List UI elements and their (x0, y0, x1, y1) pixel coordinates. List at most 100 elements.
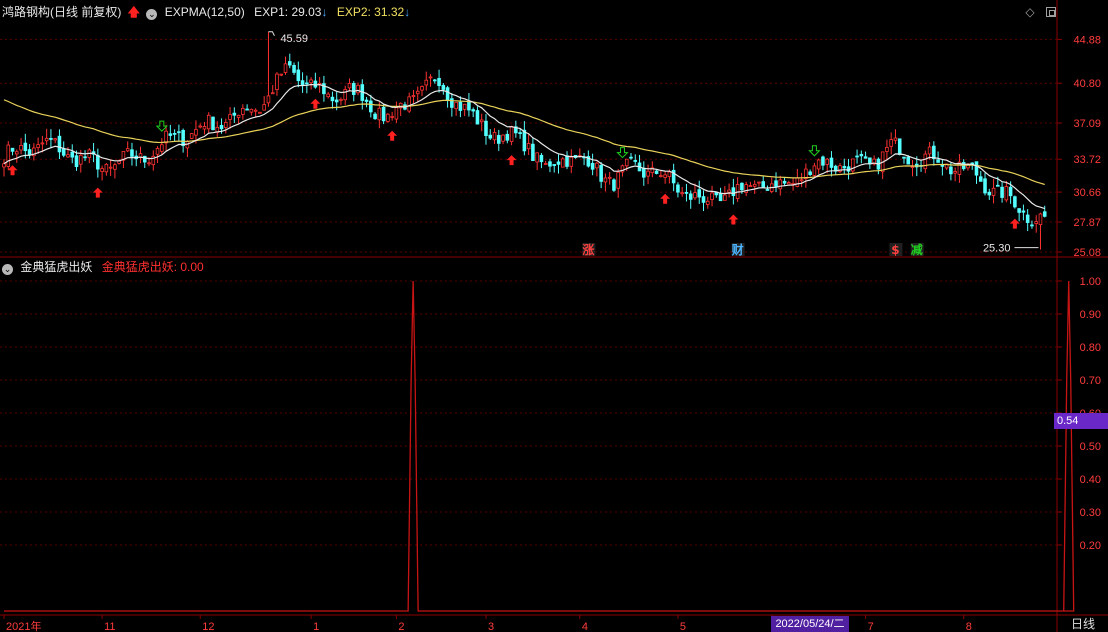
candle-body[interactable] (202, 126, 207, 130)
candle-body[interactable] (27, 149, 32, 156)
candle-body[interactable] (902, 156, 906, 159)
period-selector[interactable]: 日线 (1058, 616, 1108, 632)
candle-body[interactable] (927, 146, 932, 155)
candle-body[interactable] (147, 162, 151, 165)
candle-body[interactable] (531, 143, 535, 161)
candle-body[interactable] (492, 132, 497, 141)
candle-body[interactable] (727, 189, 731, 193)
candle-body[interactable] (484, 120, 488, 137)
candle-body[interactable] (279, 73, 284, 76)
candle-body[interactable] (1000, 186, 1004, 198)
candle-body[interactable] (863, 156, 868, 159)
candle-body[interactable] (262, 104, 266, 111)
candle-body[interactable] (646, 170, 650, 177)
candle-body[interactable] (740, 182, 744, 191)
restore-window-icon[interactable] (1046, 7, 1056, 17)
candle-body[interactable] (565, 155, 569, 167)
candle-body[interactable] (684, 191, 689, 194)
candle-body[interactable] (893, 137, 898, 141)
candle-body[interactable] (556, 161, 561, 165)
candle-body[interactable] (693, 192, 697, 199)
candle-body[interactable] (181, 129, 185, 147)
candle-body[interactable] (343, 89, 348, 101)
candle-body[interactable] (974, 161, 979, 176)
candle-body[interactable] (522, 129, 527, 152)
candle-body[interactable] (211, 116, 215, 131)
candle-body[interactable] (765, 189, 770, 191)
candle-body[interactable] (164, 130, 168, 144)
candle-body[interactable] (266, 95, 271, 104)
candle-body[interactable] (906, 156, 911, 165)
candle-body[interactable] (496, 134, 501, 144)
candle-body[interactable] (228, 114, 232, 120)
candle-body[interactable] (224, 122, 228, 128)
candle-body[interactable] (356, 84, 360, 94)
candle-body[interactable] (381, 106, 386, 122)
candle-body[interactable] (761, 181, 766, 188)
candle-body[interactable] (488, 134, 493, 139)
candle-body[interactable] (351, 83, 356, 95)
candle-body[interactable] (757, 181, 761, 184)
candle-body[interactable] (996, 184, 1000, 187)
candle-body[interactable] (723, 194, 727, 201)
candle-body[interactable] (36, 144, 40, 148)
candle-body[interactable] (774, 180, 778, 188)
candle-body[interactable] (454, 101, 458, 110)
candle-body[interactable] (718, 192, 723, 202)
candle-body[interactable] (983, 178, 987, 194)
candle-body[interactable] (889, 139, 893, 147)
candle-body[interactable] (607, 176, 612, 179)
candle-body[interactable] (633, 160, 638, 162)
candle-body[interactable] (752, 183, 757, 187)
candle-body[interactable] (539, 154, 544, 163)
candle-body[interactable] (394, 107, 399, 120)
reduce-marker[interactable]: 减 (911, 242, 923, 257)
candle-body[interactable] (782, 180, 787, 184)
candle-body[interactable] (842, 165, 847, 169)
candle-body[interactable] (160, 144, 164, 152)
candle-body[interactable] (130, 149, 134, 157)
candle-body[interactable] (808, 171, 812, 175)
candle-body[interactable] (987, 191, 992, 196)
candle-body[interactable] (283, 63, 288, 73)
candle-body[interactable] (258, 111, 262, 114)
candle-body[interactable] (855, 155, 859, 158)
candle-body[interactable] (296, 69, 301, 82)
candle-body[interactable] (932, 145, 936, 160)
candle-body[interactable] (991, 187, 996, 196)
candle-body[interactable] (113, 164, 117, 170)
candle-body[interactable] (168, 133, 173, 136)
kline-chart-canvas[interactable]: 44.8840.8037.0933.7230.6627.8725.081.000… (0, 0, 1108, 632)
candle-body[interactable] (1013, 196, 1017, 208)
finance-marker[interactable]: 财 (731, 242, 744, 257)
candle-body[interactable] (663, 174, 667, 178)
dollar-marker[interactable]: $ (891, 243, 899, 257)
candle-body[interactable] (424, 79, 429, 86)
candle-body[interactable] (108, 166, 113, 169)
candle-body[interactable] (953, 171, 957, 174)
candle-body[interactable] (936, 159, 940, 163)
candle-body[interactable] (287, 61, 292, 66)
candle-body[interactable] (330, 96, 335, 102)
candle-body[interactable] (501, 134, 505, 142)
candle-body[interactable] (445, 87, 450, 101)
candle-body[interactable] (518, 132, 522, 134)
candle-body[interactable] (897, 138, 902, 155)
candle-body[interactable] (829, 157, 834, 168)
candle-body[interactable] (859, 153, 864, 157)
candle-body[interactable] (194, 129, 198, 136)
candle-body[interactable] (688, 193, 693, 200)
candle-body[interactable] (705, 200, 710, 205)
candle-body[interactable] (940, 164, 945, 167)
candle-body[interactable] (57, 135, 62, 153)
candle-body[interactable] (642, 167, 646, 178)
candle-body[interactable] (1008, 186, 1013, 197)
candle-body[interactable] (407, 96, 411, 112)
candle-body[interactable] (543, 163, 548, 165)
candle-body[interactable] (701, 196, 706, 203)
candle-body[interactable] (1021, 210, 1026, 213)
candle-body[interactable] (612, 179, 616, 191)
candle-body[interactable] (471, 109, 475, 112)
candle-body[interactable] (629, 156, 633, 159)
candle-body[interactable] (275, 73, 279, 90)
